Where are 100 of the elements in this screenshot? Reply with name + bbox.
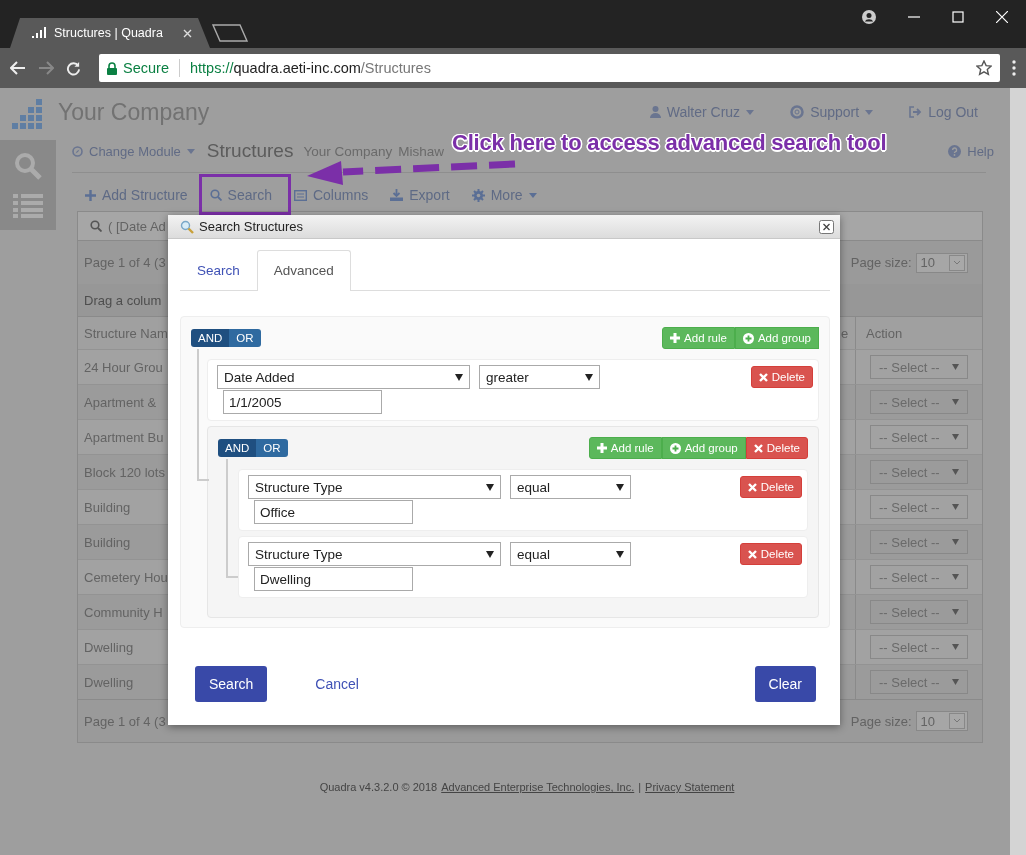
toolbar-button[interactable]: Export bbox=[390, 187, 450, 203]
support-menu[interactable]: Support bbox=[790, 104, 874, 120]
logout-link[interactable]: Log Out bbox=[909, 104, 978, 120]
filter-text: ( [Date Ad bbox=[108, 218, 166, 234]
caret-icon bbox=[952, 364, 959, 370]
operator-select[interactable]: equal bbox=[510, 475, 631, 499]
caret-icon bbox=[616, 483, 624, 491]
conjunction-toggle[interactable]: OR bbox=[229, 329, 261, 347]
table-cell: Apartment & bbox=[84, 394, 157, 410]
search-icon bbox=[180, 219, 194, 234]
plus-icon bbox=[670, 333, 681, 343]
field-select[interactable]: Structure Type bbox=[248, 475, 501, 499]
caret-icon bbox=[952, 644, 959, 650]
field-select[interactable]: Structure Type bbox=[248, 542, 501, 566]
bars-icon bbox=[32, 27, 46, 39]
value-field[interactable]: Office bbox=[254, 500, 413, 524]
list-icon bbox=[293, 189, 307, 201]
caret-icon bbox=[455, 373, 463, 381]
annotation-text: Click here to access advanced search tool bbox=[452, 130, 887, 156]
profile-icon[interactable] bbox=[862, 10, 876, 24]
version-text: Quadra v4.3.2.0 © 2018 bbox=[319, 781, 438, 793]
back-icon[interactable] bbox=[10, 61, 26, 75]
page-size-select[interactable]: 10 bbox=[915, 252, 968, 273]
user-menu[interactable]: Walter Cruz bbox=[649, 104, 755, 120]
caret-icon bbox=[585, 373, 593, 381]
maximize-icon[interactable] bbox=[952, 11, 964, 23]
compass-icon bbox=[72, 145, 83, 157]
new-tab-button[interactable] bbox=[212, 24, 248, 42]
action-select[interactable]: -- Select -- bbox=[870, 565, 968, 589]
dialog-button[interactable]: Search bbox=[195, 666, 268, 702]
gear-icon bbox=[471, 188, 485, 202]
caret-icon bbox=[486, 483, 494, 491]
toolbar-button[interactable]: Columns bbox=[293, 187, 369, 203]
plus-circle-icon bbox=[742, 332, 754, 344]
add-group-button[interactable]: Add group bbox=[661, 437, 746, 459]
caret-icon bbox=[949, 713, 965, 729]
table-cell: Dwelling bbox=[84, 674, 134, 690]
change-module-menu[interactable]: Change Module bbox=[72, 143, 195, 159]
scrollbar[interactable] bbox=[1010, 88, 1026, 855]
star-icon[interactable] bbox=[976, 60, 992, 76]
toolbar-button[interactable]: Search bbox=[209, 187, 272, 203]
toolbar-button[interactable]: Add Structure bbox=[85, 187, 188, 203]
delete-button[interactable]: Delete bbox=[745, 437, 808, 459]
action-select[interactable]: -- Select -- bbox=[870, 495, 968, 519]
caret-icon bbox=[952, 539, 959, 545]
caret-icon bbox=[952, 399, 959, 405]
group-hint: Drag a colum bbox=[84, 292, 162, 308]
dialog-button[interactable]: Clear bbox=[754, 666, 816, 702]
caret-icon bbox=[865, 109, 874, 115]
address-field[interactable]: Secure https://quadra.aeti-inc.com/Structures bbox=[99, 54, 1000, 82]
company-link[interactable]: Advanced Enterprise Technologies, Inc. bbox=[441, 781, 635, 793]
help-link[interactable]: Help bbox=[948, 143, 994, 159]
separator-text: | bbox=[638, 781, 642, 793]
plus-icon bbox=[596, 443, 607, 453]
search-icon bbox=[90, 220, 102, 232]
page-title: Structures bbox=[206, 140, 294, 162]
plus-icon bbox=[85, 189, 96, 201]
user-icon bbox=[649, 106, 661, 118]
delete-button[interactable]: Delete bbox=[739, 476, 802, 498]
browser-tab[interactable]: Structures | Quadra bbox=[10, 18, 210, 48]
add-rule-button[interactable]: Add rule bbox=[588, 437, 662, 459]
value-field[interactable]: Dwelling bbox=[254, 567, 413, 591]
column-header[interactable]: Action bbox=[856, 325, 982, 341]
table-cell: Block 120 lots bbox=[84, 464, 165, 480]
privacy-link[interactable]: Privacy Statement bbox=[645, 781, 735, 793]
toolbar-button[interactable]: More bbox=[471, 187, 537, 203]
dialog-title: Search Structures bbox=[199, 219, 304, 234]
conjunction-toggle[interactable]: AND bbox=[218, 439, 257, 457]
reload-icon[interactable] bbox=[66, 60, 81, 76]
logo-icon bbox=[12, 99, 44, 129]
caret-icon bbox=[746, 109, 755, 115]
tab[interactable]: Search bbox=[180, 250, 257, 291]
menu-icon[interactable] bbox=[1012, 60, 1016, 76]
add-rule-button[interactable]: Add rule bbox=[662, 327, 735, 349]
field-select[interactable]: Date Added bbox=[217, 365, 470, 389]
caret-icon bbox=[186, 148, 195, 154]
caret-icon bbox=[952, 469, 959, 475]
delete-button[interactable]: Delete bbox=[739, 543, 802, 565]
add-group-button[interactable]: Add group bbox=[734, 327, 819, 349]
tab[interactable]: Advanced bbox=[256, 250, 351, 291]
page-size-select[interactable]: 10 bbox=[915, 711, 968, 731]
table-cell: Dwelling bbox=[84, 639, 134, 655]
action-select[interactable]: -- Select -- bbox=[870, 355, 968, 379]
value-field[interactable]: 1/1/2005 bbox=[223, 390, 382, 414]
conjunction-toggle[interactable]: OR bbox=[256, 439, 288, 457]
conjunction-toggle[interactable]: AND bbox=[191, 329, 230, 347]
close-icon[interactable] bbox=[819, 219, 834, 234]
x-icon bbox=[758, 372, 768, 382]
action-select[interactable]: -- Select -- bbox=[870, 425, 968, 449]
caret-icon bbox=[949, 254, 965, 271]
table-cell: Cemetery Hou bbox=[84, 569, 168, 585]
delete-button[interactable]: Delete bbox=[750, 366, 813, 388]
caret-icon bbox=[952, 504, 959, 510]
table-cell: Apartment Bu bbox=[84, 429, 164, 445]
action-select[interactable]: -- Select -- bbox=[870, 635, 968, 659]
operator-select[interactable]: equal bbox=[510, 542, 631, 566]
operator-select[interactable]: greater bbox=[479, 365, 600, 389]
question-icon bbox=[948, 144, 962, 158]
table-cell: Community H bbox=[84, 604, 163, 620]
cancel-link[interactable]: Cancel bbox=[315, 676, 359, 692]
